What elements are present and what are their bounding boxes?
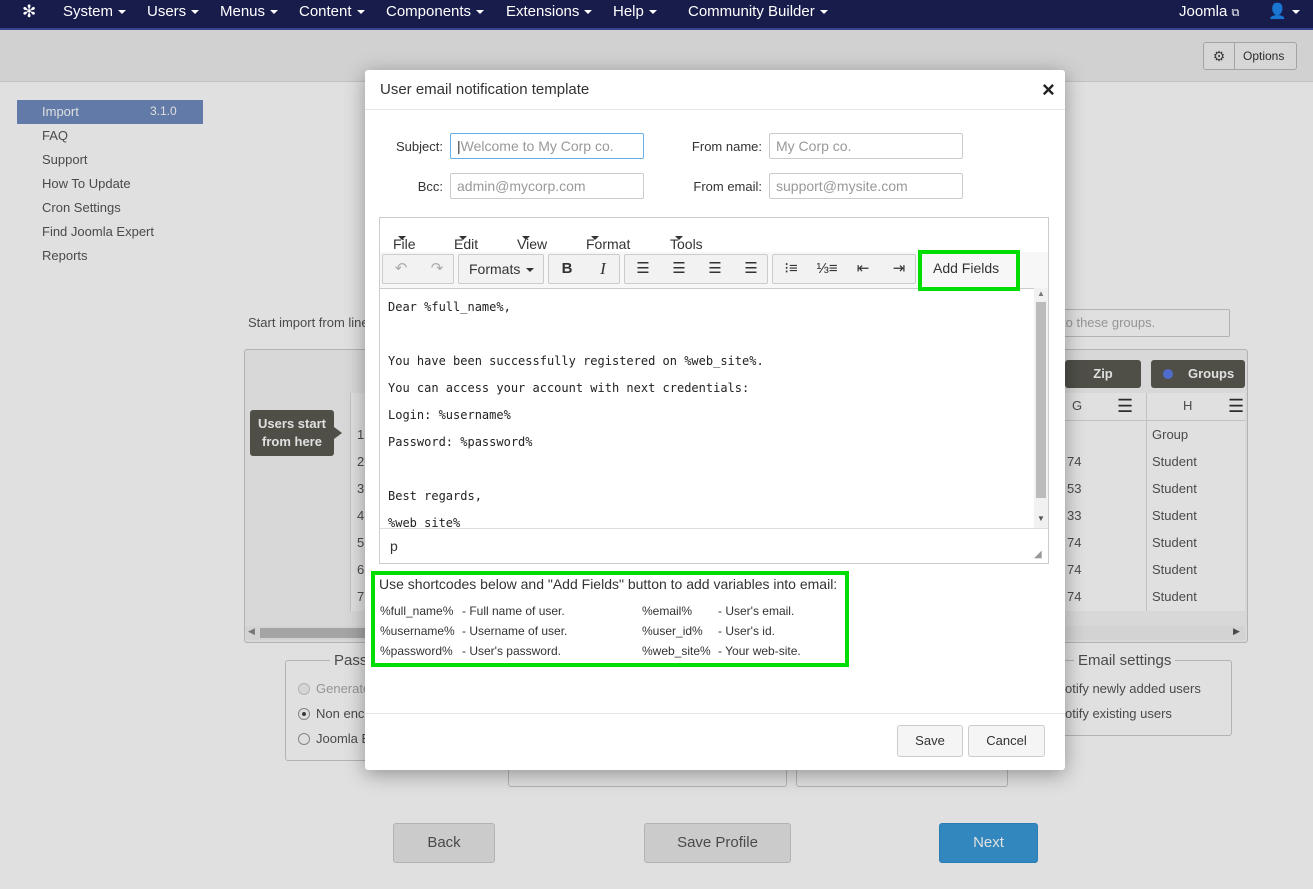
nav-content[interactable]: Content [299, 0, 365, 28]
bcc-label: Bcc: [417, 179, 443, 194]
alignment-group: ☰ ☰ ☰ ☰ [624, 254, 768, 284]
subject-placeholder: Welcome to My Corp co. [460, 138, 614, 154]
nav-extensions[interactable]: Extensions [506, 0, 593, 28]
close-icon[interactable]: × [1042, 77, 1055, 103]
nav-community-builder-label: Community Builder [688, 3, 815, 20]
align-center-icon[interactable]: ☰ [661, 255, 697, 283]
nav-community-builder[interactable]: Community Builder [688, 0, 828, 28]
shortcode-code: %email% [642, 604, 693, 618]
nav-extensions-label: Extensions [506, 3, 580, 20]
cancel-button-label: Cancel [986, 733, 1027, 748]
editor-vertical-scrollbar[interactable]: ▲ ▼ [1034, 288, 1048, 528]
add-fields-highlight [918, 250, 1020, 291]
email-body-line: Login: %username% [388, 408, 511, 422]
align-justify-icon[interactable]: ☰ [733, 255, 769, 283]
shortcode-desc: - User's password. [462, 644, 561, 658]
joomla-logo-icon[interactable]: ✻ [22, 0, 36, 28]
modal-footer-divider [365, 713, 1065, 714]
nav-menus-label: Menus [220, 3, 266, 20]
bcc-placeholder: admin@mycorp.com [457, 178, 586, 194]
outdent-icon[interactable]: ⇤ [845, 255, 881, 283]
redo-icon[interactable]: ↷ [419, 255, 455, 283]
resize-handle-icon[interactable]: ◢ [1034, 549, 1042, 560]
from-email-label: From email: [693, 179, 762, 194]
nav-users[interactable]: Users [147, 0, 200, 28]
undo-icon[interactable]: ↶ [383, 255, 419, 283]
nav-content-label: Content [299, 3, 352, 20]
editor-menubar: File Edit View Format Tools [380, 218, 1048, 253]
history-group: ↶ ↷ [382, 254, 454, 284]
user-menu[interactable]: 👤 [1268, 0, 1300, 28]
text-style-group: B I [548, 254, 620, 284]
modal-header: User email notification template × [365, 70, 1065, 110]
site-link[interactable]: Joomla ⧉ [1179, 0, 1239, 28]
shortcode-desc: - User's id. [718, 624, 775, 638]
email-body-line: Best regards, [388, 489, 482, 503]
scroll-up-icon[interactable]: ▲ [1037, 289, 1045, 298]
nav-users-label: Users [147, 3, 187, 20]
cancel-button[interactable]: Cancel [968, 725, 1045, 757]
from-name-input[interactable]: My Corp co. [769, 133, 963, 159]
nav-components-label: Components [386, 3, 472, 20]
italic-icon[interactable]: I [585, 255, 621, 283]
from-email-placeholder: support@mysite.com [776, 178, 908, 194]
save-button-label: Save [915, 733, 945, 748]
numbered-list-icon[interactable]: ⅓≡ [809, 255, 845, 283]
element-path[interactable]: p [390, 538, 398, 554]
top-navbar: ✻ System Users Menus Content Components … [0, 0, 1313, 30]
from-email-input[interactable]: support@mysite.com [769, 173, 963, 199]
email-template-modal: User email notification template × Subje… [365, 70, 1065, 770]
shortcode-code: %full_name% [380, 604, 454, 618]
site-link-label: Joomla [1179, 3, 1228, 20]
subject-input[interactable]: |Welcome to My Corp co. [450, 133, 644, 159]
nav-menus[interactable]: Menus [220, 0, 279, 28]
nav-help[interactable]: Help [613, 0, 657, 28]
email-body-line: Dear %full_name%, [388, 300, 511, 314]
align-right-icon[interactable]: ☰ [697, 255, 733, 283]
list-indent-group: ⁝≡ ⅓≡ ⇤ ⇥ [772, 254, 916, 284]
email-body-line: You have been successfully registered on… [388, 354, 764, 368]
shortcodes-title: Use shortcodes below and "Add Fields" bu… [379, 576, 838, 592]
shortcode-code: %username% [380, 624, 455, 638]
nav-components[interactable]: Components [386, 0, 485, 28]
shortcode-code: %user_id% [642, 624, 703, 638]
email-body-line: Password: %password% [388, 435, 533, 449]
save-button[interactable]: Save [897, 725, 963, 757]
scroll-down-icon[interactable]: ▼ [1037, 514, 1045, 523]
shortcode-desc: - Username of user. [462, 624, 568, 638]
nav-help-label: Help [613, 3, 644, 20]
email-body-line: %web_site% [388, 516, 461, 528]
from-name-placeholder: My Corp co. [776, 138, 852, 154]
align-left-icon[interactable]: ☰ [625, 255, 661, 283]
indent-icon[interactable]: ⇥ [881, 255, 917, 283]
from-name-label: From name: [691, 139, 762, 154]
shortcode-desc: - Your web-site. [718, 644, 801, 658]
bold-icon[interactable]: B [549, 255, 585, 283]
user-icon: 👤 [1268, 3, 1287, 20]
editor-statusbar: p ◢ [380, 528, 1048, 564]
shortcode-desc: - User's email. [718, 604, 795, 618]
modal-title: User email notification template [380, 81, 590, 98]
nav-system[interactable]: System [63, 0, 127, 28]
editor-content[interactable]: Dear %full_name%, You have been successf… [380, 288, 1034, 528]
email-body-line: You can access your account with next cr… [388, 381, 750, 395]
formats-label: Formats [469, 261, 521, 277]
formats-dropdown[interactable]: Formats [458, 254, 544, 284]
subject-label: Subject: [396, 139, 443, 154]
external-link-icon: ⧉ [1231, 7, 1240, 19]
bcc-input[interactable]: admin@mycorp.com [450, 173, 644, 199]
shortcode-desc: - Full name of user. [462, 604, 565, 618]
shortcode-code: %password% [380, 644, 453, 658]
scrollbar-thumb[interactable] [1036, 302, 1046, 498]
bullet-list-icon[interactable]: ⁝≡ [773, 255, 809, 283]
shortcode-code: %web_site% [642, 644, 711, 658]
nav-system-label: System [63, 3, 114, 20]
